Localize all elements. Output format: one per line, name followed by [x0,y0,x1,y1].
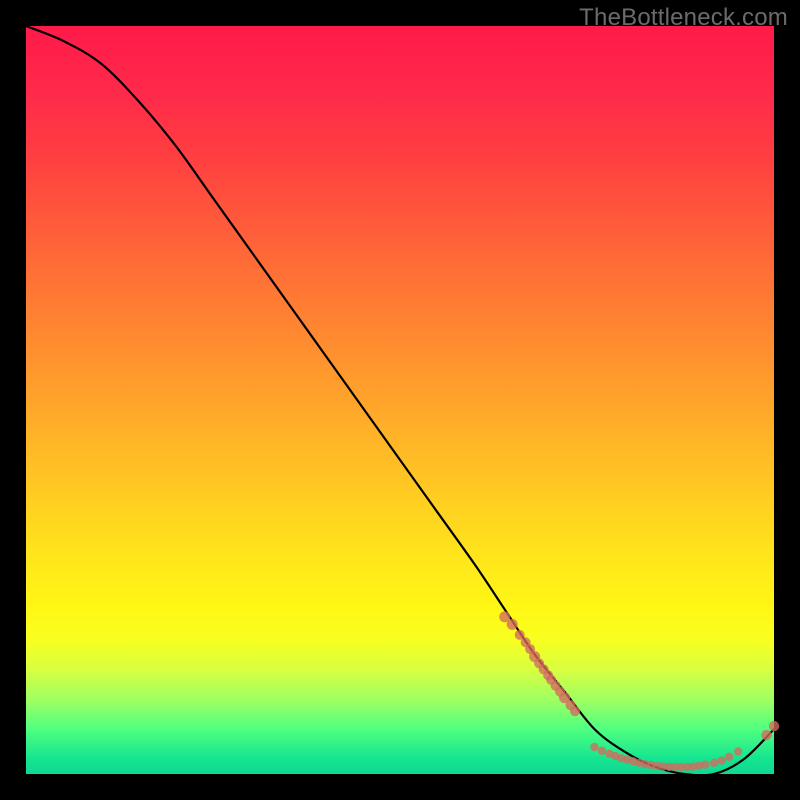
chart-dot [710,759,718,767]
chart-dot [570,706,580,716]
chart-dot [761,730,771,740]
watermark-text: TheBottleneck.com [579,4,788,32]
chart-dot [717,756,725,764]
chart-dot [598,747,606,755]
chart-dots-group [499,611,779,771]
chart-dot [590,743,598,751]
chart-plot-area [26,26,774,774]
chart-curve [26,26,774,775]
chart-svg [26,26,774,774]
chart-dot [507,619,518,630]
chart-dot [725,753,733,761]
chart-dot [734,747,742,755]
chart-dot [701,760,709,768]
chart-frame: TheBottleneck.com [0,0,800,800]
chart-dot [769,721,779,731]
